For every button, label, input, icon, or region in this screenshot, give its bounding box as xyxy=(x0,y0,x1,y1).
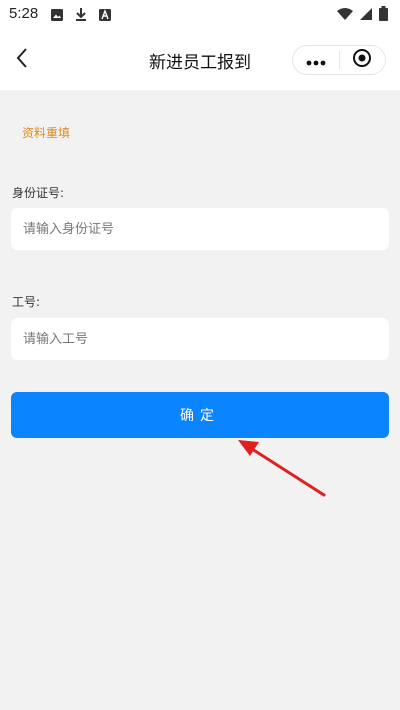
a-badge-icon xyxy=(98,7,112,26)
close-mini-program-button[interactable] xyxy=(340,46,386,74)
mini-program-capsule xyxy=(292,45,386,75)
wifi-icon xyxy=(337,6,353,25)
employee-no-label: 工号: xyxy=(12,295,41,309)
confirm-button[interactable]: 确定 xyxy=(11,392,389,438)
form-area: 资料重填 身份证号: 工号: 确定 xyxy=(0,90,400,710)
id-card-label: 身份证号: xyxy=(12,186,65,200)
refill-link[interactable]: 资料重填 xyxy=(22,124,70,141)
status-time: 5:28 xyxy=(9,5,39,22)
employee-no-input[interactable] xyxy=(11,318,389,360)
status-icons-right xyxy=(337,6,388,25)
target-icon xyxy=(352,48,372,72)
download-icon xyxy=(74,7,88,26)
status-bar: 5:28 xyxy=(0,0,400,30)
more-button[interactable] xyxy=(293,46,339,74)
more-dots-icon xyxy=(306,51,326,70)
image-icon xyxy=(50,7,64,26)
battery-icon xyxy=(379,6,388,25)
nav-bar: 新进员工报到 xyxy=(0,30,400,90)
app-screen: 5:28 新进员工报到 资料重填 身份证号: 请输入身份证号 工号: 请输入工号… xyxy=(0,0,400,710)
status-icons-left xyxy=(50,7,112,26)
signal-icon xyxy=(359,6,373,25)
id-card-input[interactable] xyxy=(11,208,389,250)
